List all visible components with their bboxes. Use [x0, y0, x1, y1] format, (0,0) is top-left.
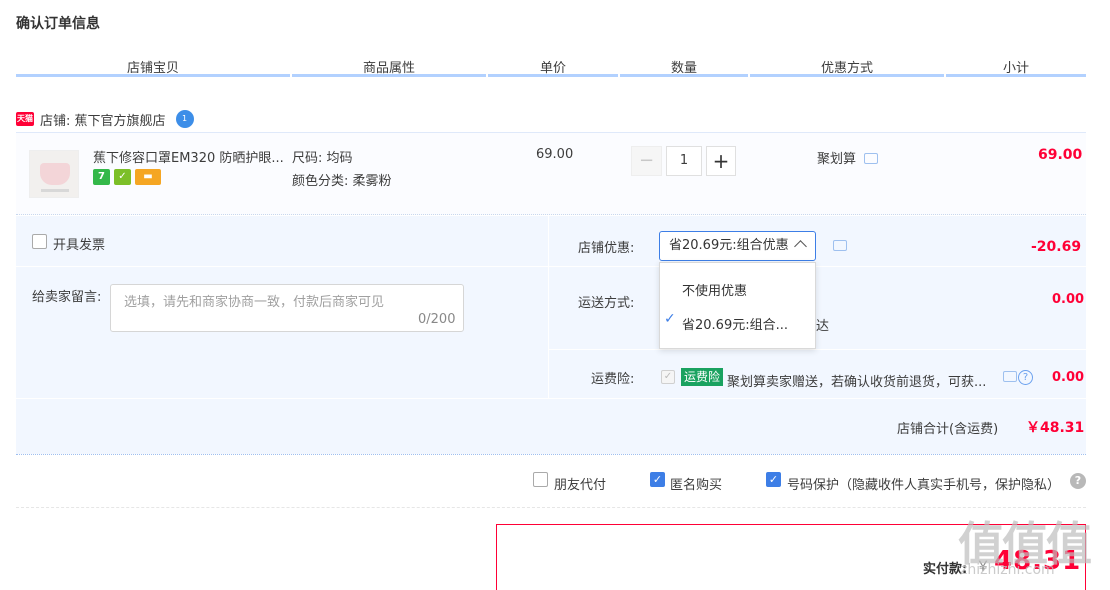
column-header-item: 店铺宝贝 — [126, 61, 179, 76]
divider — [16, 454, 1086, 455]
shop-discount-select[interactable]: 省20.69元:组合优惠 — [659, 231, 816, 261]
column-header-price: 单价 — [539, 61, 566, 76]
item-subtotal: 69.00 — [1038, 147, 1083, 163]
check-icon: ✓ — [664, 311, 676, 327]
insurance-badge: 运费险 — [681, 368, 724, 386]
shop-discount-value: 省20.69元:组合优惠 — [669, 238, 789, 253]
divider — [16, 507, 1086, 508]
product-color: 颜色分类: 柔雾粉 — [292, 174, 392, 189]
discount-dropdown-menu — [659, 262, 816, 349]
tmall-icon: 天猫 — [16, 112, 34, 126]
message-placeholder: 选填，请先和商家协商一致，付款后商家可见 — [124, 295, 385, 310]
message-label: 给卖家留言: — [32, 290, 102, 305]
column-divider — [946, 74, 1086, 77]
credit-card-icon: ▬ — [135, 169, 161, 185]
product-image-caption — [41, 189, 69, 192]
help-icon[interactable]: ? — [1018, 370, 1033, 385]
shop-header: 天猫 店铺: 蕉下官方旗舰店 1 — [16, 109, 194, 129]
number-protect-label[interactable]: 号码保护（隐藏收件人真实手机号，保护隐私） — [787, 474, 1060, 493]
promo-comment-icon[interactable] — [864, 153, 878, 164]
shipping-amount: 0.00 — [1052, 292, 1085, 307]
panel-divider — [548, 216, 549, 398]
column-header-qty: 数量 — [670, 61, 697, 76]
shop-total-amount: ￥48.31 — [1026, 420, 1085, 436]
shop-discount-label: 店铺优惠: — [578, 241, 635, 256]
shipping-label: 运送方式: — [578, 296, 635, 311]
invoice-checkbox[interactable] — [32, 234, 47, 249]
column-header-subtotal: 小计 — [1002, 61, 1029, 76]
shop-discount-amount: -20.69 — [1031, 239, 1082, 255]
panel-divider — [16, 266, 548, 267]
qty-input[interactable]: 1 — [666, 146, 702, 176]
seven-day-return-icon: 7 — [93, 169, 110, 185]
column-divider — [16, 74, 290, 77]
product-name-link[interactable]: 蕉下修容口罩EM320 防晒护眼... — [93, 147, 284, 166]
column-divider — [750, 74, 944, 77]
panel-divider — [549, 349, 1086, 350]
column-divider — [620, 74, 748, 77]
qty-increase-button[interactable]: + — [706, 146, 736, 176]
page-title: 确认订单信息 — [16, 16, 100, 32]
discount-comment-icon[interactable] — [833, 240, 847, 251]
message-char-count: 0/200 — [418, 312, 456, 327]
number-protect-checkbox[interactable]: ✓ — [766, 472, 781, 487]
shop-name-link[interactable]: 店铺: 蕉下官方旗舰店 — [40, 110, 166, 129]
shipping-method-value: 达 — [816, 319, 830, 334]
column-divider — [292, 74, 486, 77]
insurance-label: 运费险: — [591, 372, 635, 387]
panel-divider — [549, 266, 1086, 267]
product-image-mask — [40, 163, 70, 185]
qty-decrease-button[interactable]: − — [631, 146, 662, 176]
chevron-up-icon — [794, 240, 807, 253]
dropdown-item-no-discount[interactable]: 不使用优惠 — [682, 280, 747, 299]
product-size: 尺码: 均码 — [292, 151, 353, 166]
column-header-promo: 优惠方式 — [820, 61, 873, 76]
insurance-description: 聚划算卖家赠送，若确认收货前退货，可获... — [727, 375, 987, 390]
insurance-comment-icon[interactable] — [1003, 371, 1017, 382]
anonymous-checkbox[interactable]: ✓ — [650, 472, 665, 487]
invoice-label[interactable]: 开具发票 — [53, 234, 105, 253]
friend-pay-label[interactable]: 朋友代付 — [554, 474, 606, 493]
shop-total-label: 店铺合计(含运费) — [897, 422, 999, 437]
anonymous-label[interactable]: 匿名购买 — [670, 474, 722, 493]
order-item-row — [16, 133, 1086, 215]
column-header-attrs: 商品属性 — [362, 61, 415, 76]
wangwang-chat-icon[interactable]: 1 — [175, 110, 194, 128]
friend-pay-checkbox[interactable] — [533, 472, 548, 487]
guarantee-icon: ✓ — [114, 169, 131, 185]
insurance-amount: 0.00 — [1052, 370, 1085, 385]
watermark-url: zhizhizhi.com — [960, 562, 1055, 578]
dropdown-item-combo-discount[interactable]: 省20.69元:组合... — [682, 314, 788, 333]
column-divider — [488, 74, 618, 77]
promo-method: 聚划算 — [817, 152, 857, 167]
unit-price: 69.00 — [536, 147, 574, 162]
panel-divider — [16, 398, 1086, 399]
insurance-checkbox: ✓ — [661, 370, 675, 384]
help-icon[interactable]: ? — [1070, 473, 1086, 489]
